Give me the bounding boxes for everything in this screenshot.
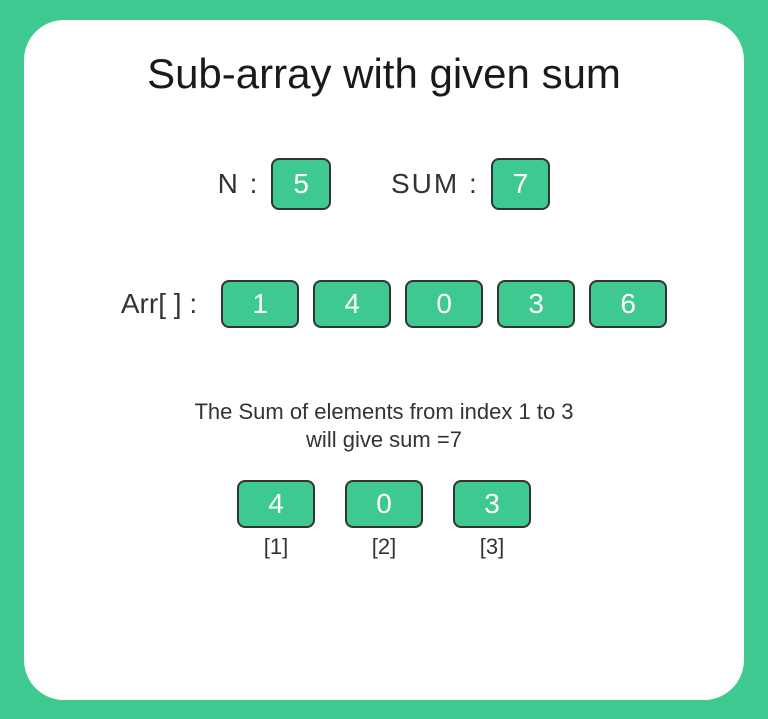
array-element-4: 6 [589, 280, 667, 328]
input-row: N : 5 SUM : 7 [44, 158, 724, 210]
subarray-row: 4 [1] 0 [2] 3 [3] [44, 480, 724, 560]
subarray-index-1: [2] [372, 534, 396, 560]
array-label: Arr[ ] : [121, 288, 197, 320]
explanation-line-1: The Sum of elements from index 1 to 3 [44, 398, 724, 427]
diagram-card: Sub-array with given sum N : 5 SUM : 7 A… [24, 20, 744, 700]
subarray-value-0: 4 [237, 480, 315, 528]
array-row: Arr[ ] : 1 4 0 3 6 [44, 280, 724, 328]
n-value-box: 5 [271, 158, 331, 210]
array-element-2: 0 [405, 280, 483, 328]
n-input-group: N : 5 [218, 158, 331, 210]
subarray-value-2: 3 [453, 480, 531, 528]
subarray-item-0: 4 [1] [237, 480, 315, 560]
n-label: N : [218, 168, 260, 200]
explanation-line-2: will give sum =7 [44, 426, 724, 455]
subarray-index-2: [3] [480, 534, 504, 560]
subarray-value-1: 0 [345, 480, 423, 528]
sum-value-box: 7 [491, 158, 551, 210]
subarray-item-2: 3 [3] [453, 480, 531, 560]
explanation-text: The Sum of elements from index 1 to 3 wi… [44, 398, 724, 455]
page-title: Sub-array with given sum [44, 50, 724, 98]
array-element-0: 1 [221, 280, 299, 328]
sum-label: SUM : [391, 168, 479, 200]
sum-input-group: SUM : 7 [391, 158, 550, 210]
subarray-item-1: 0 [2] [345, 480, 423, 560]
subarray-index-0: [1] [264, 534, 288, 560]
array-element-3: 3 [497, 280, 575, 328]
array-element-1: 4 [313, 280, 391, 328]
